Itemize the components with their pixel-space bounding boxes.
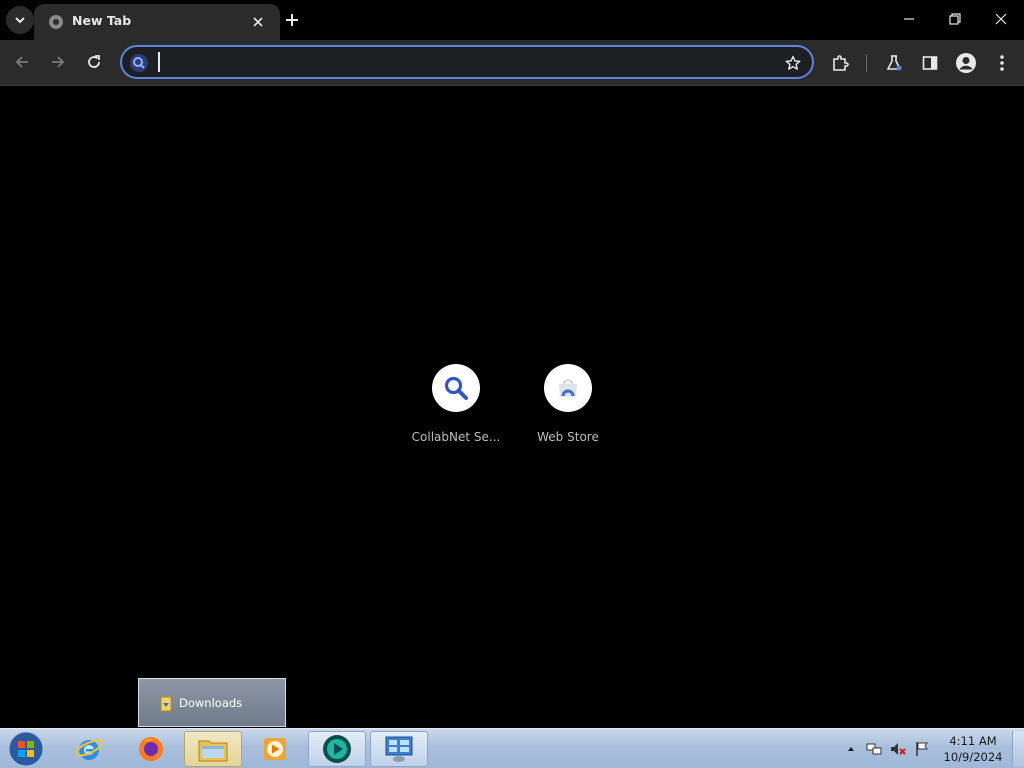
taskbar-item-firefox[interactable]: [122, 731, 180, 767]
tray-overflow-button[interactable]: [843, 741, 859, 757]
flask-icon: [886, 55, 902, 71]
taskbar-item-file-explorer[interactable]: [184, 731, 242, 767]
extensions-button[interactable]: [827, 50, 853, 76]
volume-muted-icon: [891, 743, 906, 755]
more-vert-icon: [1000, 55, 1004, 71]
arrow-left-icon: [15, 56, 28, 68]
address-bar[interactable]: [120, 45, 814, 79]
start-button[interactable]: [6, 730, 46, 768]
flag-icon: [916, 742, 928, 756]
back-button[interactable]: [8, 48, 36, 76]
shortcut-icon-circle: [432, 364, 480, 412]
shortcut-label: CollabNet Se...: [411, 430, 501, 444]
clock-time: 4:11 AM: [949, 734, 997, 748]
popup-label: Downloads: [179, 696, 243, 710]
app-icon: [323, 735, 351, 763]
screen: New Tab CollabNet Se... Web Store Downlo…: [0, 0, 1024, 768]
menu-button[interactable]: [989, 50, 1015, 76]
system-clock[interactable]: 4:11 AM 10/9/2024: [940, 733, 1006, 765]
media-player-icon: [264, 738, 286, 760]
restore-button[interactable]: [932, 4, 978, 34]
tab-close-button[interactable]: [248, 12, 268, 32]
arrow-right-icon: [52, 56, 65, 68]
folder-icon: [160, 696, 172, 712]
bookmark-star-button[interactable]: [782, 52, 804, 74]
tray-network[interactable]: [866, 741, 882, 757]
tray-volume[interactable]: [890, 741, 906, 757]
network-icon: [866, 743, 882, 755]
ie-icon: [75, 739, 103, 760]
browser-toolbar: [0, 40, 1024, 86]
web-store-icon: [559, 379, 577, 398]
search-icon: [130, 54, 148, 72]
tab-search-button[interactable]: [6, 6, 34, 34]
shortcut-tile[interactable]: Web Store: [512, 364, 624, 454]
taskbar: 4:11 AM 10/9/2024: [0, 728, 1024, 768]
globe-icon: [49, 15, 63, 29]
close-window-button[interactable]: [978, 4, 1024, 34]
clock-date: 10/9/2024: [943, 750, 1003, 764]
tab-title: New Tab: [72, 13, 132, 28]
toolbar-separator: [866, 54, 867, 72]
chevron-down-icon: [15, 17, 25, 24]
firefox-icon: [139, 737, 163, 761]
puzzle-icon: [833, 55, 849, 71]
search-icon: [444, 376, 468, 400]
windows-start-icon: [8, 731, 44, 767]
minimize-button[interactable]: [886, 4, 932, 34]
close-icon: [253, 17, 263, 27]
new-tab-page: CollabNet Se... Web Store: [0, 87, 1024, 728]
shortcut-tile[interactable]: CollabNet Se...: [400, 364, 512, 454]
plus-icon: [286, 14, 298, 26]
taskbar-item-control-panel[interactable]: [370, 731, 428, 767]
star-icon: [785, 55, 801, 70]
chevron-up-icon: [848, 747, 854, 751]
avatar-icon: [956, 53, 976, 73]
shortcut-icon-circle: [544, 364, 592, 412]
folder-icon: [198, 740, 228, 762]
reload-icon: [88, 55, 100, 68]
text-caret: [158, 52, 160, 72]
taskbar-item-internet-explorer[interactable]: [60, 731, 118, 767]
tray-action-center[interactable]: [914, 741, 930, 757]
side-panel-button[interactable]: [917, 50, 943, 76]
tab-new-tab[interactable]: New Tab: [34, 4, 280, 40]
shortcut-label: Web Store: [537, 430, 599, 444]
taskbar-thumbnail-popup[interactable]: Downloads: [138, 678, 286, 727]
restore-icon: [949, 13, 961, 25]
side-panel-icon: [922, 56, 938, 70]
labs-button[interactable]: [881, 50, 907, 76]
minimize-icon: [904, 18, 914, 20]
new-tab-button[interactable]: [280, 8, 304, 32]
address-input[interactable]: [156, 51, 756, 73]
taskbar-item-app[interactable]: [308, 731, 366, 767]
reload-button[interactable]: [80, 48, 108, 76]
taskbar-item-media-player[interactable]: [246, 731, 304, 767]
forward-button[interactable]: [44, 48, 72, 76]
close-icon: [995, 13, 1007, 25]
title-bar: New Tab: [0, 0, 1024, 40]
control-panel-icon: [385, 736, 413, 762]
profile-button[interactable]: [953, 50, 979, 76]
show-desktop-button[interactable]: [1012, 731, 1024, 767]
